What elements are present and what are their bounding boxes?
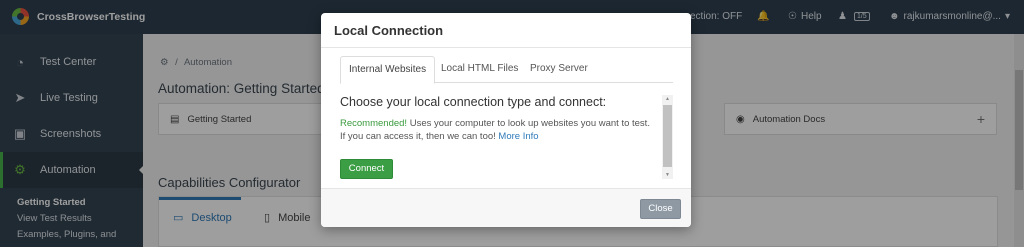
connection-type-tabs: Internal Websites Local HTML Files Proxy…: [340, 56, 673, 84]
pane-scrollbar[interactable]: ▲ ▼: [662, 95, 673, 179]
scroll-down-icon[interactable]: ▼: [662, 172, 673, 178]
scroll-up-icon[interactable]: ▲: [662, 96, 673, 102]
modal-title: Local Connection: [321, 13, 691, 48]
close-button[interactable]: Close: [640, 199, 681, 219]
local-connection-modal: Local Connection Internal Websites Local…: [321, 13, 691, 227]
connect-button[interactable]: Connect: [340, 159, 393, 179]
tab-internal-websites[interactable]: Internal Websites: [340, 56, 436, 84]
tab-local-html-files[interactable]: Local HTML Files: [433, 56, 526, 83]
pane-description: Recommended! Uses your computer to look …: [340, 117, 655, 143]
more-info-link[interactable]: More Info: [498, 131, 538, 142]
pane-scrollbar-thumb[interactable]: [663, 105, 672, 167]
tab-proxy-server[interactable]: Proxy Server: [522, 56, 596, 83]
modal-footer: Close: [321, 188, 691, 227]
pane-title: Choose your local connection type and co…: [340, 95, 607, 109]
recommended-label: Recommended!: [340, 118, 408, 129]
